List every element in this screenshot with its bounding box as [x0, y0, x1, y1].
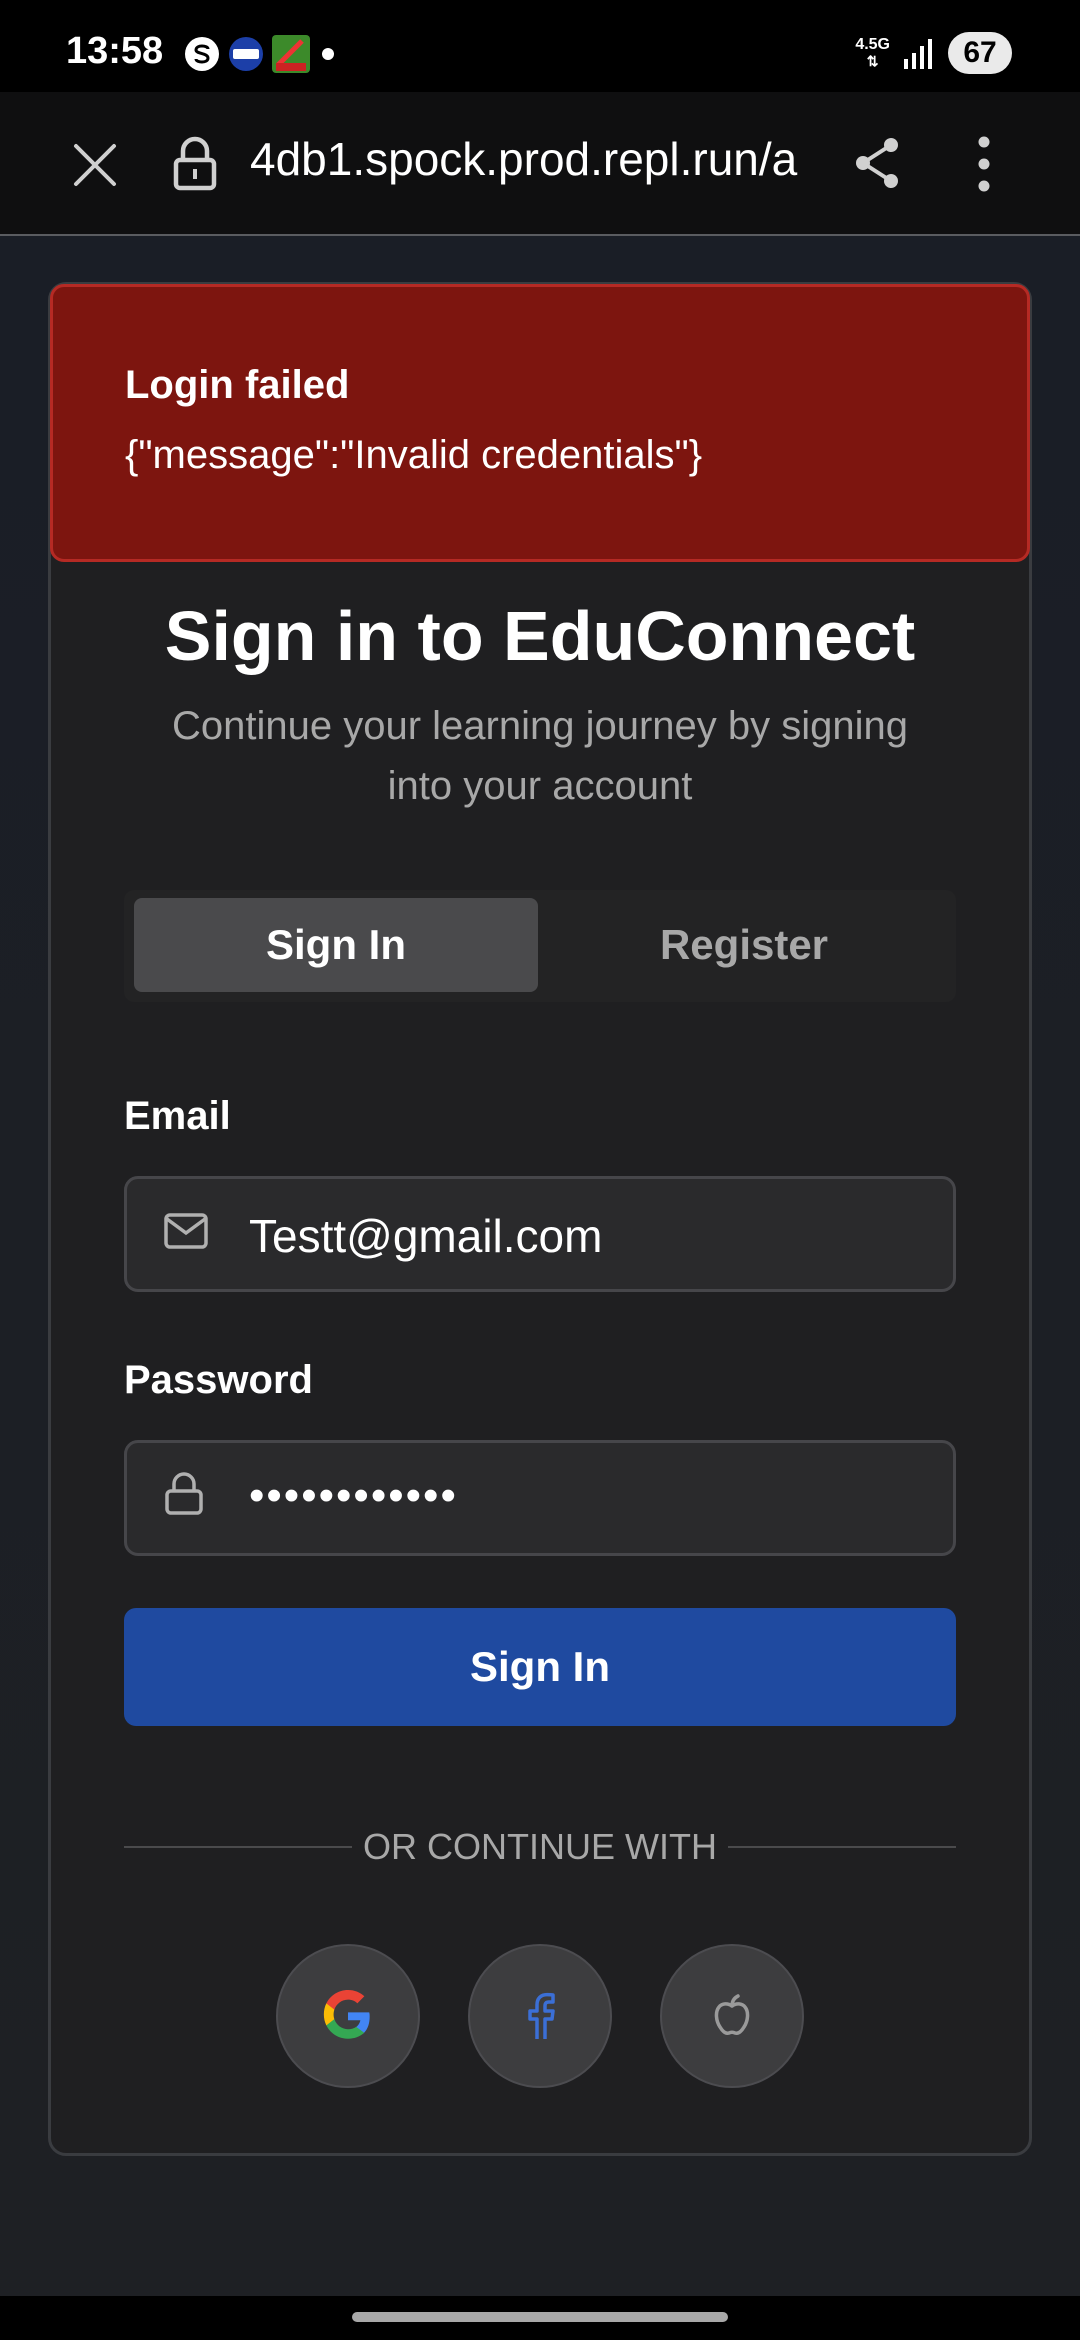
- alert-title: Login failed: [125, 363, 350, 407]
- apple-login-button[interactable]: [660, 1944, 804, 2088]
- email-value: Testt@gmail.com: [249, 1210, 603, 1262]
- password-field[interactable]: ••••••••••••: [124, 1440, 956, 1556]
- more-notifications-dot-icon: [322, 48, 334, 60]
- mail-icon: [164, 1213, 208, 1249]
- apple-icon: [714, 1994, 750, 2035]
- signal-icon: [904, 39, 932, 69]
- battery-indicator: 67: [948, 32, 1012, 74]
- status-right: 4.5G ⇅ 67: [855, 32, 1012, 74]
- facebook-login-button[interactable]: [468, 1944, 612, 2088]
- status-bar: 13:58 4.5G ⇅ 67: [0, 0, 1080, 92]
- email-field[interactable]: Testt@gmail.com: [124, 1176, 956, 1292]
- sync-app-icon: [185, 37, 219, 71]
- error-alert: Login failed {"message":"Invalid credent…: [50, 284, 1030, 562]
- alert-message: {"message":"Invalid credentials"}: [125, 433, 703, 477]
- tab-sign-in[interactable]: Sign In: [134, 898, 538, 992]
- network-type-label: 4.5G: [855, 35, 890, 53]
- auth-tabs: Sign In Register: [124, 890, 956, 1002]
- status-time: 13:58: [66, 30, 164, 72]
- google-icon: [323, 1990, 370, 2039]
- email-label: Email: [124, 1094, 231, 1138]
- password-value: ••••••••••••: [249, 1471, 458, 1520]
- more-vertical-icon[interactable]: [974, 136, 994, 192]
- lcw-app-icon: [229, 37, 263, 71]
- facebook-icon: [528, 1992, 555, 2039]
- network-type: 4.5G ⇅: [855, 35, 890, 69]
- page-subtitle: Continue your learning journey by signin…: [171, 704, 908, 808]
- lock-icon[interactable]: [172, 136, 218, 192]
- sign-in-button[interactable]: Sign In: [124, 1608, 956, 1726]
- close-icon[interactable]: [72, 142, 118, 188]
- home-indicator[interactable]: [352, 2312, 728, 2322]
- page-title: Sign in to EduConnect: [164, 597, 916, 675]
- notification-icons: [184, 35, 338, 73]
- tab-register[interactable]: Register: [542, 898, 946, 992]
- google-login-button[interactable]: [276, 1944, 420, 2088]
- password-label: Password: [124, 1358, 313, 1402]
- share-icon[interactable]: [852, 136, 902, 190]
- system-nav-bar: [0, 2296, 1080, 2340]
- url-bar[interactable]: 4db1.spock.prod.repl.run/a: [250, 132, 810, 186]
- game-app-icon: [272, 35, 310, 73]
- browser-toolbar: 4db1.spock.prod.repl.run/a: [0, 92, 1080, 236]
- divider-right: [728, 1846, 956, 1848]
- lock-icon: [165, 1472, 203, 1515]
